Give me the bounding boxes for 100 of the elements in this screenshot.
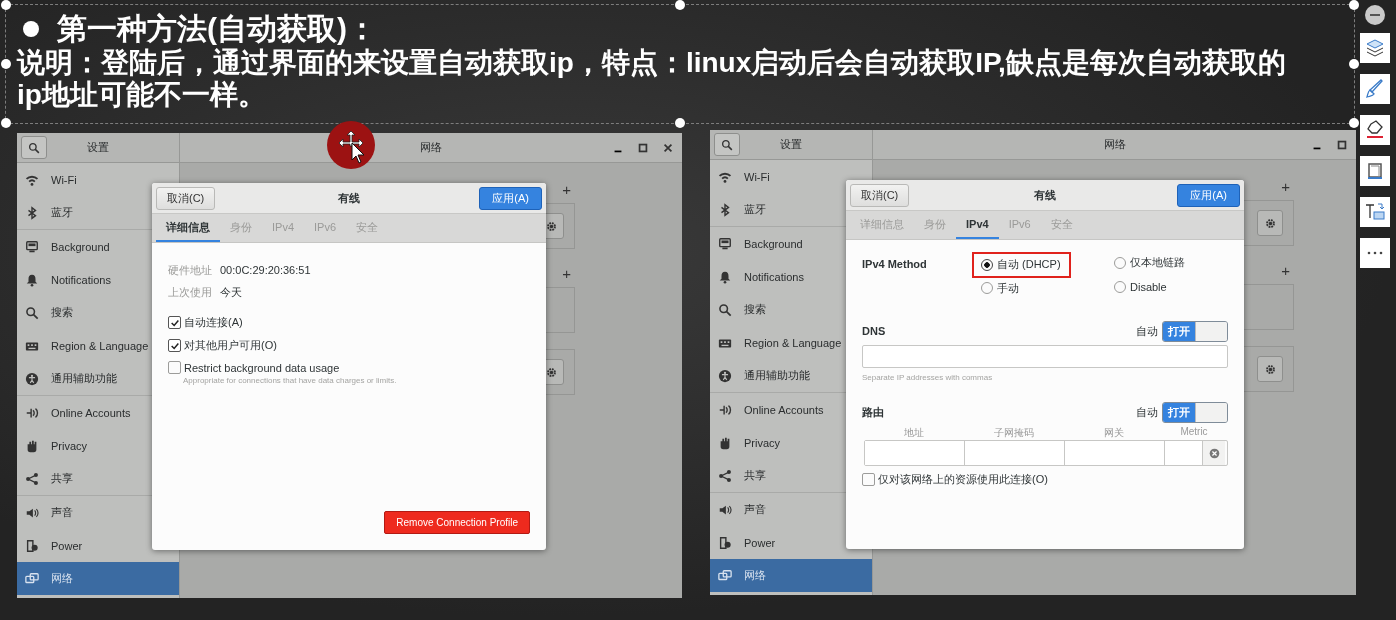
sidebar-item[interactable]: Online Accounts [17, 396, 179, 429]
sidebar-item[interactable]: 声音 [17, 496, 179, 529]
frame-icon[interactable] [1360, 156, 1390, 186]
maximize-icon[interactable] [1336, 138, 1348, 151]
radio-label: 自动 (DHCP) [997, 257, 1061, 272]
auto-label: 自动 [1136, 323, 1158, 339]
resize-handle[interactable] [1349, 59, 1359, 69]
sidebar-item[interactable]: Power [17, 529, 179, 562]
checkbox-label: Restrict background data usage [184, 361, 340, 374]
search-button[interactable] [714, 133, 740, 156]
field-label: 硬件地址 [168, 262, 212, 278]
sidebar-item[interactable]: Region & Language [17, 329, 179, 362]
accessibility-icon [718, 368, 732, 383]
auto-label: 自动 [1136, 404, 1158, 420]
checkbox[interactable] [168, 316, 181, 329]
bullet-icon [23, 21, 39, 37]
sidebar-item[interactable]: 声音 [710, 493, 872, 526]
hand-icon [25, 438, 39, 453]
add-button[interactable]: + [1281, 262, 1290, 284]
sidebar-item[interactable]: 网络 [17, 562, 179, 595]
add-button[interactable]: + [562, 265, 571, 287]
search-icon [718, 302, 732, 317]
resize-handle[interactable] [1349, 118, 1359, 128]
slide-title: 第一种方法(自动获取)： [57, 11, 377, 47]
field-value: 今天 [220, 284, 242, 300]
checkbox[interactable] [168, 361, 181, 374]
network-icon [25, 571, 39, 586]
resize-handle[interactable] [675, 0, 685, 10]
toggle-switch[interactable]: 打开 [1162, 401, 1228, 423]
resize-handle[interactable] [1, 59, 11, 69]
sidebar-item[interactable]: 搜索 [710, 293, 872, 326]
cancel-button[interactable]: 取消(C) [850, 183, 910, 207]
text-box-icon[interactable] [1360, 197, 1390, 227]
search-button[interactable] [21, 136, 47, 159]
input-field[interactable] [865, 441, 965, 465]
sidebar-item[interactable]: Power [710, 526, 872, 559]
page-title: 网络 [420, 141, 442, 153]
share-icon [718, 468, 732, 483]
search-icon [28, 141, 40, 154]
apply-button[interactable]: 应用(A) [1177, 183, 1240, 207]
column-header: 子网掩码 [994, 427, 1034, 438]
eraser-icon[interactable] [1360, 115, 1390, 145]
column-header: Metric [1180, 426, 1208, 437]
checkmark-icon [169, 317, 180, 328]
section-label: 路由 [862, 404, 885, 420]
gear-icon[interactable] [1263, 362, 1277, 376]
radio-button[interactable] [1114, 280, 1126, 293]
search-icon [25, 305, 39, 320]
toggle-switch[interactable]: 打开 [1162, 320, 1228, 342]
close-icon[interactable] [662, 141, 674, 154]
collapse-icon[interactable] [1365, 5, 1385, 25]
brush-icon[interactable] [1360, 74, 1390, 104]
resize-handle[interactable] [675, 118, 685, 128]
header-title: 设置 [780, 138, 802, 150]
gear-icon[interactable] [544, 365, 558, 379]
radio-button[interactable] [981, 258, 993, 271]
section-label: DNS [862, 325, 887, 337]
sidebar-item[interactable]: 通用辅助功能 [17, 362, 179, 395]
cancel-button[interactable]: 取消(C) [156, 186, 216, 210]
input-field[interactable] [862, 345, 1228, 368]
remove-profile-button[interactable]: Remove Connection Profile [384, 511, 530, 534]
bluetooth-icon [718, 202, 732, 217]
radio-label: 手动 [997, 280, 1019, 296]
checkbox-label: 自动连接(A) [184, 315, 243, 330]
bluetooth-icon [25, 205, 39, 220]
add-button[interactable]: + [562, 181, 571, 203]
resize-handle[interactable] [1, 0, 11, 10]
bell-icon [25, 272, 39, 287]
slide-description: 说明：登陆后，通过界面的来设置自动获取ip，特点：linux启动后会自动获取IP,缺点是每次自动获取的ip地址可能不一样。 [17, 47, 1287, 111]
tab[interactable]: 详细信息 [156, 214, 220, 242]
network-icon [718, 568, 732, 583]
dialog-title: 有线 [1034, 188, 1056, 201]
search-icon [721, 138, 733, 151]
page-title: 网络 [1103, 138, 1126, 150]
checkbox[interactable] [862, 473, 875, 486]
sidebar-item[interactable]: Background [710, 227, 872, 260]
settings-button[interactable] [1257, 210, 1283, 236]
sidebar-item[interactable]: Privacy [17, 429, 179, 462]
radio-button[interactable] [981, 282, 993, 294]
resize-handle[interactable] [1, 118, 11, 128]
gear-icon[interactable] [544, 219, 558, 233]
layers-icon[interactable] [1360, 33, 1390, 63]
field-value: 00:0C:29:20:36:51 [220, 264, 311, 276]
clear-icon[interactable] [1208, 447, 1220, 459]
sidebar-item[interactable]: 共享 [17, 462, 179, 495]
sidebar-item[interactable]: 共享 [710, 459, 872, 492]
sidebar-item[interactable]: 网络 [710, 559, 872, 592]
gear-icon[interactable] [1263, 216, 1277, 230]
resize-handle[interactable] [1349, 0, 1359, 10]
header-title: 设置 [87, 141, 109, 153]
checkmark-icon [169, 340, 180, 351]
settings-button[interactable] [1257, 356, 1283, 382]
tab[interactable]: IPv4 [956, 211, 999, 239]
radio-button[interactable] [1114, 256, 1126, 269]
hint-text: Separate IP addresses with commas [862, 373, 994, 382]
sidebar-item[interactable]: Privacy [710, 426, 872, 459]
add-button[interactable]: + [1281, 178, 1290, 200]
maximize-icon[interactable] [637, 141, 649, 154]
checkbox[interactable] [168, 339, 181, 352]
apply-button[interactable]: 应用(A) [479, 186, 542, 210]
